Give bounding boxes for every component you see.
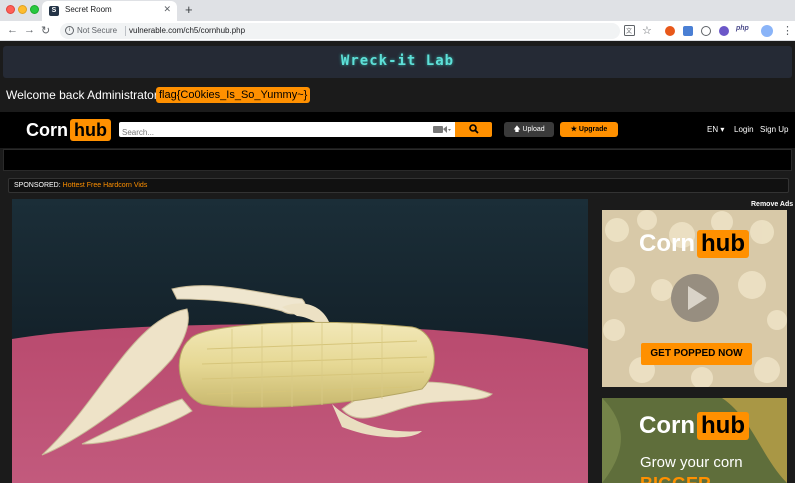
upgrade-button[interactable]: ★ Upgrade [560,122,618,137]
security-status[interactable]: Not Secure [77,26,117,35]
ad-logo-right: hub [697,230,749,258]
video-filter-icon [432,126,451,133]
window-close-button[interactable] [6,5,15,14]
extension-purple-icon[interactable] [719,26,729,36]
menu-icon[interactable]: ⋮ [782,24,793,37]
lab-title: Wreck-it Lab [340,53,455,69]
new-tab-button[interactable]: + [185,2,193,17]
back-icon[interactable]: ← [7,24,18,36]
php-extension-icon[interactable]: php [736,25,749,32]
language-selector[interactable]: EN ▾ [707,125,724,134]
forward-icon[interactable]: → [24,24,35,36]
login-link[interactable]: Login [734,125,754,134]
nav-strip [3,149,792,171]
ad2-logo-left: Corn [639,412,695,439]
video-frame-image [12,199,588,483]
tab-close-icon[interactable]: ✕ [163,4,171,15]
site-header: Cornhub 🡅 Upload ★ Upgrade EN ▾ Login Si… [0,112,795,148]
window-zoom-button[interactable] [30,5,39,14]
extension-translate-icon[interactable] [683,26,693,36]
get-popped-button[interactable]: GET POPPED NOW [641,343,752,365]
lab-banner: Wreck-it Lab [3,46,792,78]
site-logo[interactable]: Corn hub [26,119,111,141]
remove-ads-link[interactable]: Remove Ads [751,201,793,208]
profile-avatar[interactable] [761,25,773,37]
ad2-tagline: Grow your corn [640,454,743,471]
browser-tab-bar: S Secret Room ✕ + [0,0,795,21]
flag-badge: flag{Co0kies_Is_So_Yummy~} [156,87,311,103]
window-minimize-button[interactable] [18,5,27,14]
site-favicon-icon: S [49,6,59,16]
sponsored-label: SPONSORED: [14,182,61,189]
search-button[interactable] [455,122,492,137]
ad-banner-popcorn[interactable]: Corn hub GET POPPED NOW [602,210,787,387]
ad2-tagline-bold: BIGGER [640,474,711,483]
extension-red-icon[interactable] [665,26,675,36]
welcome-text: Welcome back Administrator [6,88,158,102]
address-separator [125,26,126,36]
sponsored-link[interactable]: Hottest Free Hardcorn Vids [63,182,148,189]
signup-link[interactable]: Sign Up [760,125,788,134]
search-input[interactable] [119,125,419,140]
video-player[interactable] [12,199,588,483]
reload-icon[interactable]: ↻ [41,24,50,37]
sponsored-bar: SPONSORED: Hottest Free Hardcorn Vids [8,178,789,193]
ad2-logo-right: hub [697,412,749,440]
upload-button[interactable]: 🡅 Upload [504,122,554,137]
extension-globe-icon[interactable] [701,26,711,36]
address-bar[interactable]: i Not Secure vulnerable.com/ch5/cornhub.… [60,23,620,39]
page-content: Wreck-it Lab Welcome back Administrator … [0,41,795,483]
svg-text:文: 文 [626,27,632,35]
star-icon[interactable]: ☆ [642,24,652,37]
logo-text-left: Corn [26,120,68,140]
info-icon[interactable]: i [65,26,74,35]
browser-tab[interactable]: S Secret Room ✕ [42,1,177,21]
camera-icon[interactable] [428,122,455,137]
ad-logo: Corn hub [639,230,749,258]
url-text[interactable]: vulnerable.com/ch5/cornhub.php [129,26,245,35]
tab-title: Secret Room [65,5,112,14]
search-box [119,122,428,140]
ad-banner-grow[interactable]: Cornhub Grow your corn BIGGER [602,398,787,483]
ad-logo-left: Corn [639,230,695,257]
browser-toolbar: ← → ↻ i Not Secure vulnerable.com/ch5/co… [0,21,795,41]
logo-text-right: hub [70,119,111,141]
translate-icon[interactable]: 文 [624,25,635,36]
search-icon [468,124,479,134]
ad2-logo: Corn hub [639,412,749,440]
